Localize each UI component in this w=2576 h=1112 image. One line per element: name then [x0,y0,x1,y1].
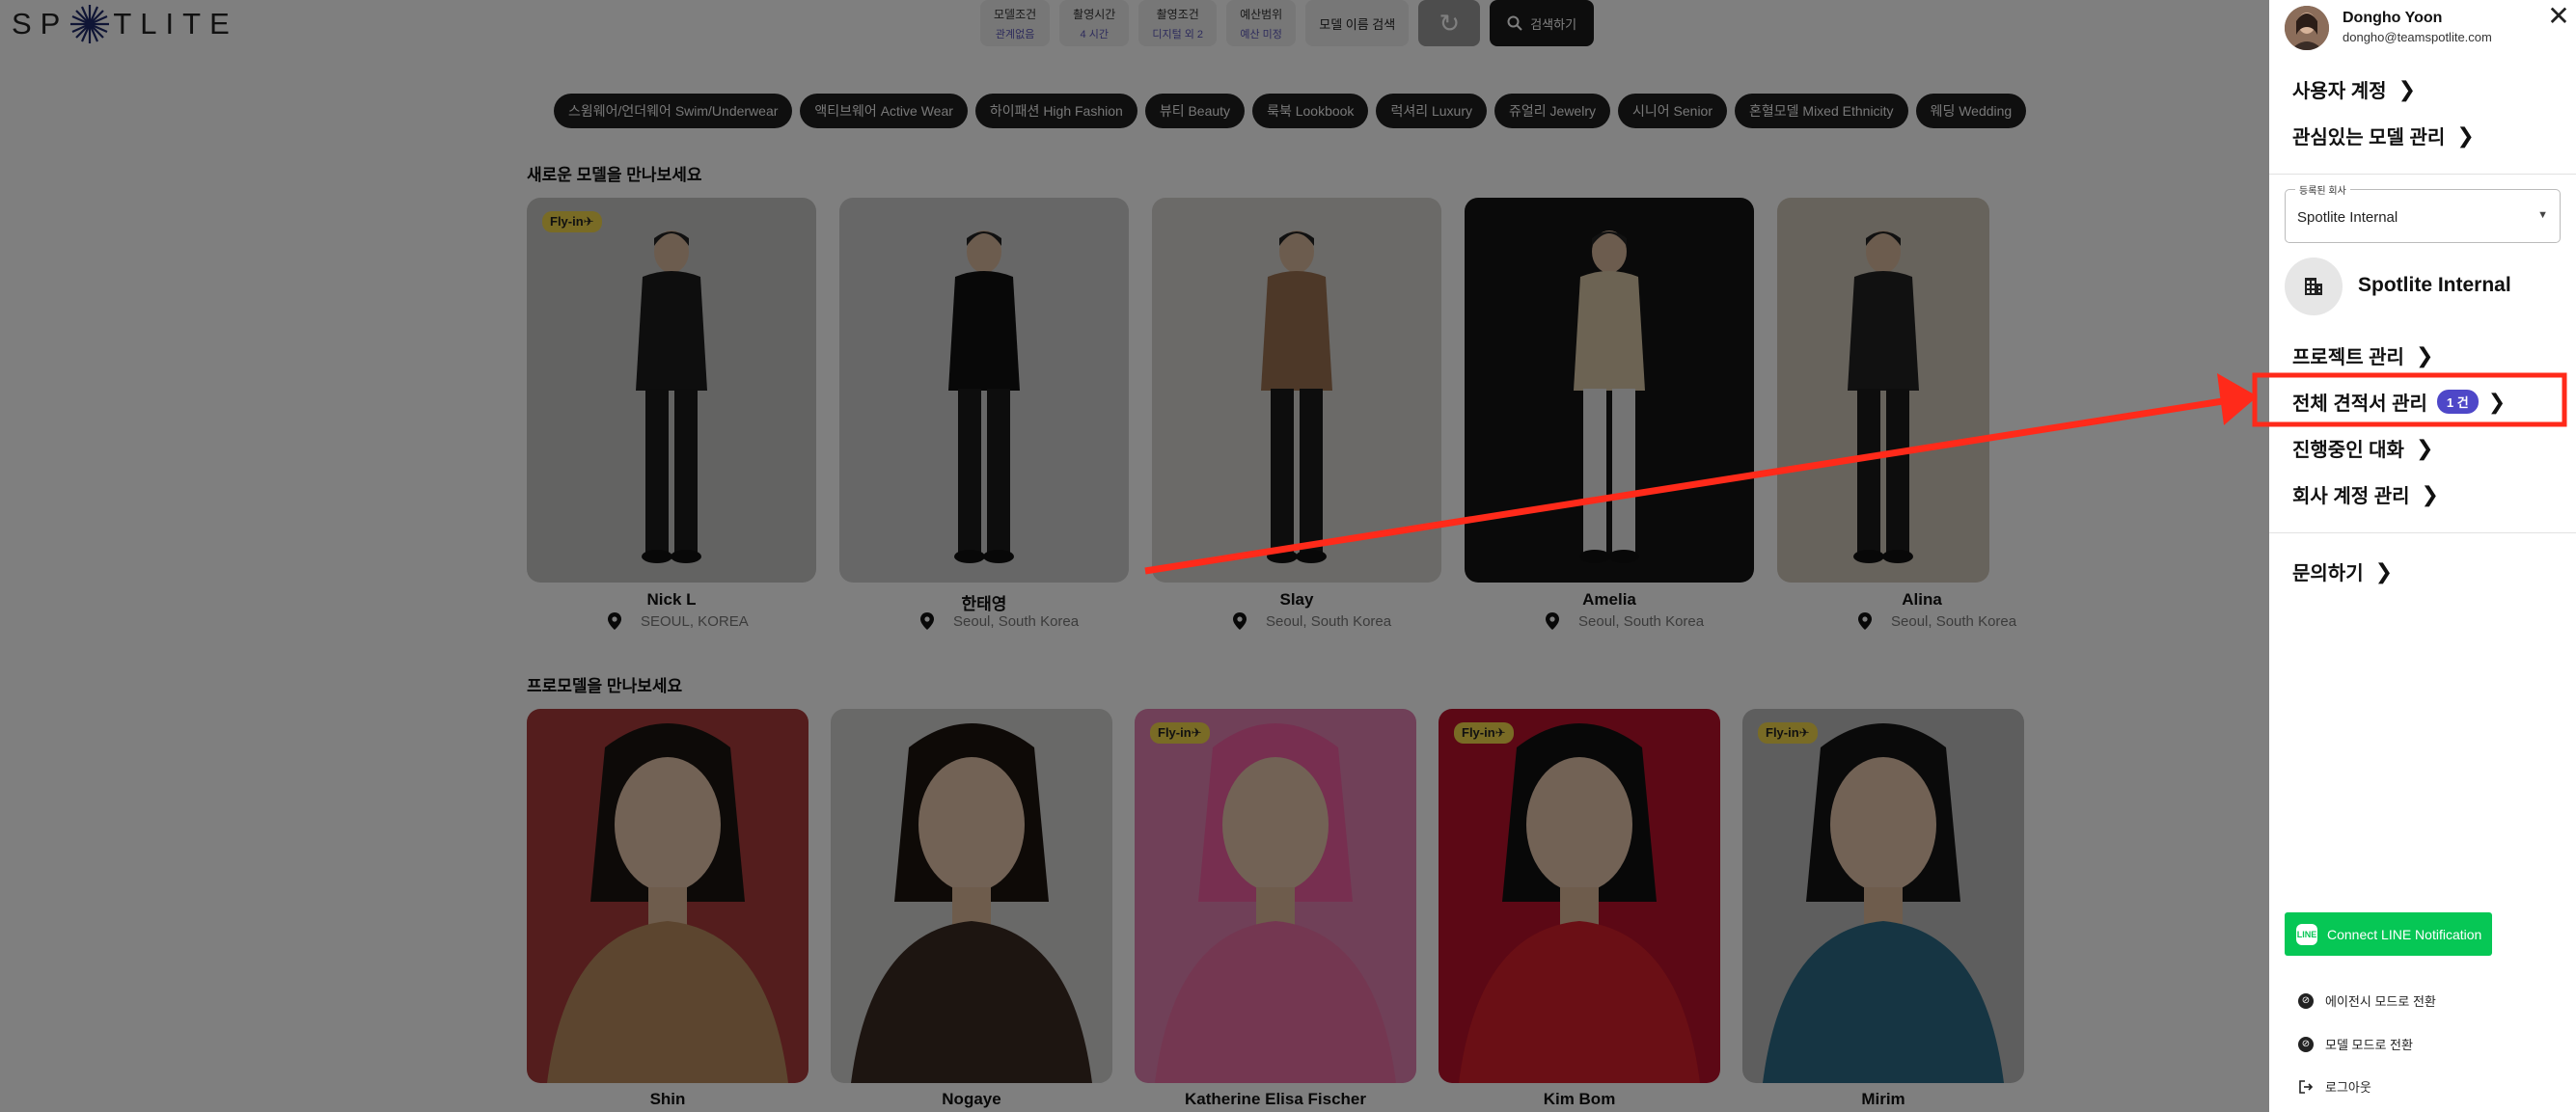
all-quotes-label: 전체 견적서 관리 [2292,393,2427,415]
modal-backdrop[interactable] [0,0,2269,1112]
user-account-label: 사용자 계정 [2292,81,2387,102]
company-accounts-label: 회사 계정 관리 [2292,486,2410,507]
company-accounts-link[interactable]: 회사 계정 관리 ❯ [2292,480,2439,508]
chevron-right-icon: ❯ [2415,342,2434,367]
company-select-value: Spotlite Internal [2297,209,2398,226]
quote-count-badge: 1 건 [2436,390,2479,414]
chevron-right-icon: ❯ [2487,389,2507,414]
user-account-link[interactable]: 사용자 계정 ❯ [2292,75,2416,103]
company-select[interactable]: 등록된 회사 Spotlite Internal ▼ [2285,182,2561,243]
agency-mode-link[interactable]: ⊘ 에이전시 모드로 전환 [2298,991,2436,1010]
switch-icon: ⊘ [2298,1036,2314,1052]
inquiry-link[interactable]: 문의하기 ❯ [2292,557,2393,585]
logout-label: 로그아웃 [2325,1080,2371,1095]
chevron-right-icon: ❯ [2374,558,2394,583]
user-email: dongho@teamspotlite.com [2343,30,2492,44]
company-select-label: 등록된 회사 [2295,182,2350,197]
account-side-panel: Dongho Yoon dongho@teamspotlite.com ✕ 사용… [2269,0,2576,1112]
company-logo [2285,258,2343,315]
interested-models-link[interactable]: 관심있는 모델 관리 ❯ [2292,122,2475,149]
main-page: SP TLITE 모델조건 관계없음 촬영시간 4 시간 촬영조건 디지털 외 … [0,0,2269,1112]
close-panel-button[interactable]: ✕ [2545,2,2572,31]
user-avatar[interactable] [2285,6,2329,50]
chevron-right-icon: ❯ [2398,76,2416,101]
agency-mode-label: 에이전시 모드로 전환 [2325,994,2436,1009]
project-management-label: 프로젝트 관리 [2292,347,2404,368]
company-name: Spotlite Internal [2358,274,2511,296]
chevron-right-icon: ❯ [2456,122,2475,148]
logout-link[interactable]: 로그아웃 [2298,1077,2371,1096]
user-name: Dongho Yoon [2343,10,2443,26]
divider [2269,174,2576,175]
logout-icon [2299,1079,2314,1094]
connect-line-label: Connect LINE Notification [2327,926,2482,942]
chevron-right-icon: ❯ [2415,435,2434,460]
chevron-right-icon: ❯ [2421,481,2439,506]
switch-icon: ⊘ [2298,992,2314,1009]
caret-down-icon: ▼ [2537,209,2548,221]
divider [2269,532,2576,533]
ongoing-chats-link[interactable]: 진행중인 대화 ❯ [2292,434,2433,462]
model-mode-label: 모델 모드로 전환 [2325,1038,2413,1052]
all-quotes-link[interactable]: 전체 견적서 관리 1 건 ❯ [2292,388,2506,416]
inquiry-label: 문의하기 [2292,563,2364,584]
close-icon: ✕ [2547,1,2570,31]
building-icon [2305,278,2322,295]
ongoing-chats-label: 진행중인 대화 [2292,440,2404,461]
connect-line-button[interactable]: LINE Connect LINE Notification [2285,912,2492,956]
avatar-portrait [2285,6,2329,50]
interested-models-label: 관심있는 모델 관리 [2292,127,2446,149]
project-management-link[interactable]: 프로젝트 관리 ❯ [2292,341,2433,369]
line-icon: LINE [2296,923,2317,945]
model-mode-link[interactable]: ⊘ 모델 모드로 전환 [2298,1035,2413,1053]
